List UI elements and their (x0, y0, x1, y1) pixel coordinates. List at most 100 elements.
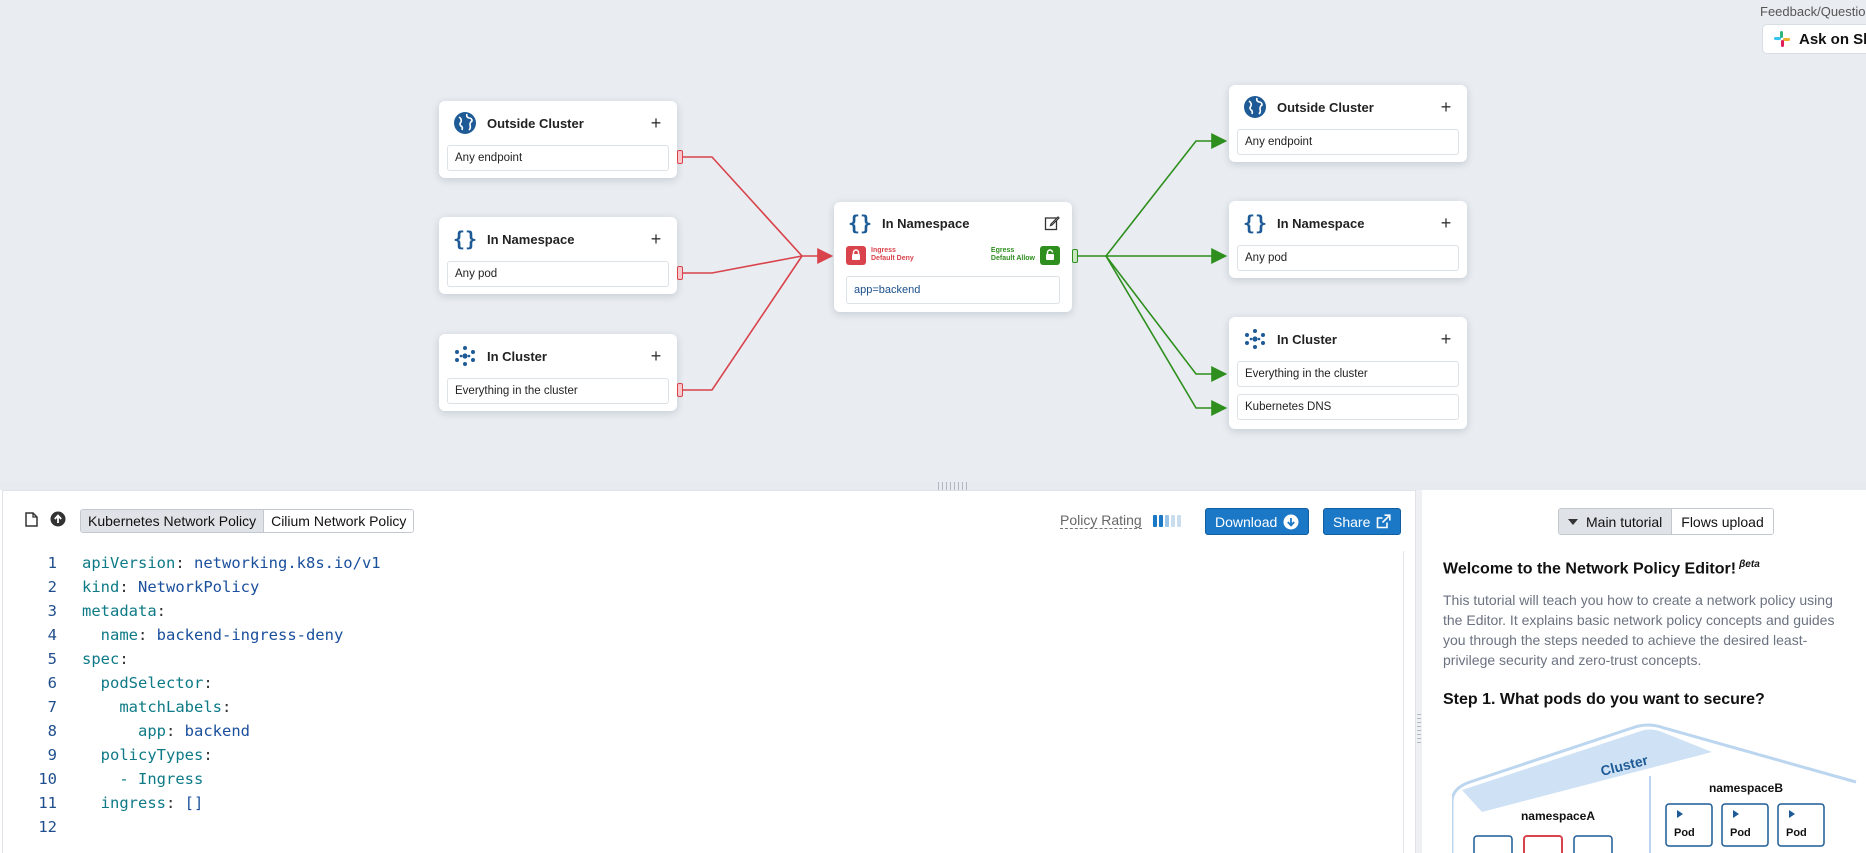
egress-status: Egress Default Allow (991, 247, 1035, 263)
line-number: 10 (38, 770, 57, 788)
braces-icon: {} (847, 210, 873, 236)
card-title: In Namespace (487, 231, 575, 247)
egress-outside-cluster-card[interactable]: Outside Cluster + Any endpoint (1229, 85, 1467, 162)
new-file-icon[interactable] (23, 511, 39, 527)
add-rule-button[interactable]: + (1437, 98, 1455, 116)
unlock-icon[interactable] (1040, 245, 1060, 265)
code-text: podSelector: (82, 674, 213, 692)
download-label: Download (1215, 513, 1278, 530)
card-title: In Cluster (487, 348, 547, 364)
code-text: matchLabels: (82, 698, 231, 716)
code-line[interactable]: 10 - Ingress (3, 767, 1403, 791)
yaml-key: name (100, 626, 138, 644)
policy-visual-canvas[interactable]: Outside Cluster + Any endpoint {} In Nam… (0, 0, 1866, 482)
download-icon (1277, 514, 1299, 530)
code-line[interactable]: 6 podSelector: (3, 671, 1403, 695)
add-rule-button[interactable]: + (647, 230, 665, 248)
egress-edges (1075, 133, 1228, 416)
rating-bar (1170, 515, 1175, 527)
code-line[interactable]: 9 policyTypes: (3, 743, 1403, 767)
yaml-value: - Ingress (119, 770, 204, 788)
slack-button-label: Ask on Slack (1799, 30, 1866, 48)
code-line[interactable]: 5 spec: (3, 647, 1403, 671)
code-line[interactable]: 1 apiVersion: networking.k8s.io/v1 (3, 551, 1403, 575)
braces-icon: {} (452, 226, 478, 252)
cluster-icon (1242, 326, 1268, 352)
edit-icon[interactable] (1044, 215, 1060, 231)
rule-row[interactable]: Everything in the cluster (447, 378, 669, 404)
ask-on-slack-button[interactable]: Ask on Slack (1762, 24, 1866, 54)
code-text: ingress: [] (82, 794, 204, 812)
rule-row[interactable]: Any pod (447, 261, 669, 287)
card-title: In Cluster (1277, 331, 1337, 347)
egress-state: Default Allow (990, 255, 1035, 262)
tab-kubernetes-network-policy[interactable]: Kubernetes Network Policy (81, 510, 264, 532)
download-button[interactable]: Download (1205, 508, 1310, 535)
pod-label: Pod (1674, 827, 1695, 839)
horizontal-resize-handle[interactable] (0, 482, 1866, 490)
code-line[interactable]: 12 (3, 815, 1403, 839)
code-line[interactable]: 11 ingress: [] (3, 791, 1403, 815)
line-number: 1 (47, 554, 57, 572)
tutorial-body-line: privilege security and zero-trust concep… (1443, 652, 1702, 668)
share-button[interactable]: Share (1323, 508, 1402, 535)
globe-icon (1242, 94, 1268, 120)
pod-selector-label[interactable]: app=backend (846, 276, 1060, 304)
tab-main-tutorial[interactable]: Main tutorial (1559, 509, 1672, 534)
code-line[interactable]: 4 name: backend-ingress-deny (3, 623, 1403, 647)
line-number: 5 (47, 650, 57, 668)
ingress-outside-cluster-card[interactable]: Outside Cluster + Any endpoint (439, 101, 683, 178)
add-rule-button[interactable]: + (647, 347, 665, 365)
line-number: 2 (47, 578, 57, 596)
add-rule-button[interactable]: + (1437, 330, 1455, 348)
ingress-in-cluster-card[interactable]: In Cluster + Everything in the cluster (439, 334, 683, 411)
code-text: apiVersion: networking.k8s.io/v1 (82, 554, 381, 572)
tab-flows-upload[interactable]: Flows upload (1671, 509, 1773, 534)
svg-text:{}: {} (1243, 211, 1267, 235)
code-line[interactable]: 7 matchLabels: (3, 695, 1403, 719)
tutorial-tabs: Main tutorial Flows upload (1558, 508, 1774, 535)
code-line[interactable]: 2 kind: NetworkPolicy (3, 575, 1403, 599)
ingress-in-namespace-card[interactable]: {} In Namespace + Any pod (439, 217, 683, 294)
rule-row[interactable]: Any pod (1237, 245, 1459, 271)
editor-scrollbar[interactable] (1403, 551, 1415, 853)
tab-cilium-network-policy[interactable]: Cilium Network Policy (263, 510, 414, 532)
line-number: 7 (47, 698, 57, 716)
code-text: metadata: (82, 602, 166, 620)
ingress-edge-cluster (681, 255, 803, 391)
egress-in-cluster-card[interactable]: In Cluster + Everything in the cluster K… (1229, 317, 1467, 429)
yaml-code-editor[interactable]: 1 apiVersion: networking.k8s.io/v1 2 kind: … (3, 551, 1403, 839)
rule-row[interactable]: Kubernetes DNS (1237, 394, 1459, 420)
rule-row[interactable]: Any endpoint (1237, 129, 1459, 155)
policy-rating[interactable]: Policy Rating (1060, 513, 1183, 529)
network-policy-editor: Outside Cluster + Any endpoint {} In Nam… (0, 0, 1866, 853)
selected-pods-card[interactable]: {} In Namespace Ingress Default Deny Egr… (834, 202, 1078, 312)
add-rule-button[interactable]: + (1437, 214, 1455, 232)
yaml-key: apiVersion (82, 554, 176, 572)
add-rule-button[interactable]: + (647, 114, 665, 132)
rule-row[interactable]: Everything in the cluster (1237, 361, 1459, 387)
code-text: name: backend-ingress-deny (82, 626, 344, 644)
pod (1473, 835, 1513, 853)
code-line[interactable]: 8 app: backend (3, 719, 1403, 743)
slack-icon (1773, 30, 1791, 48)
rating-bar (1164, 515, 1169, 527)
lock-icon[interactable] (846, 245, 866, 265)
egress-in-namespace-card[interactable]: {} In Namespace + Any pod (1229, 201, 1467, 278)
yaml-key: policyTypes (100, 746, 204, 764)
rule-row[interactable]: Any endpoint (447, 145, 669, 171)
yaml-key: matchLabels (119, 698, 222, 716)
yaml-key: podSelector (100, 674, 204, 692)
upload-icon[interactable] (50, 511, 66, 527)
yaml-key: kind (82, 578, 120, 596)
tutorial-panel: Main tutorial Flows upload Welcome to th… (1422, 490, 1866, 853)
code-line[interactable]: 3 metadata: (3, 599, 1403, 623)
egress-label: Egress (990, 247, 1015, 254)
code-text: - Ingress (82, 770, 203, 788)
yaml-key: app (138, 722, 166, 740)
tab-main-tutorial-label: Main tutorial (1586, 513, 1663, 530)
